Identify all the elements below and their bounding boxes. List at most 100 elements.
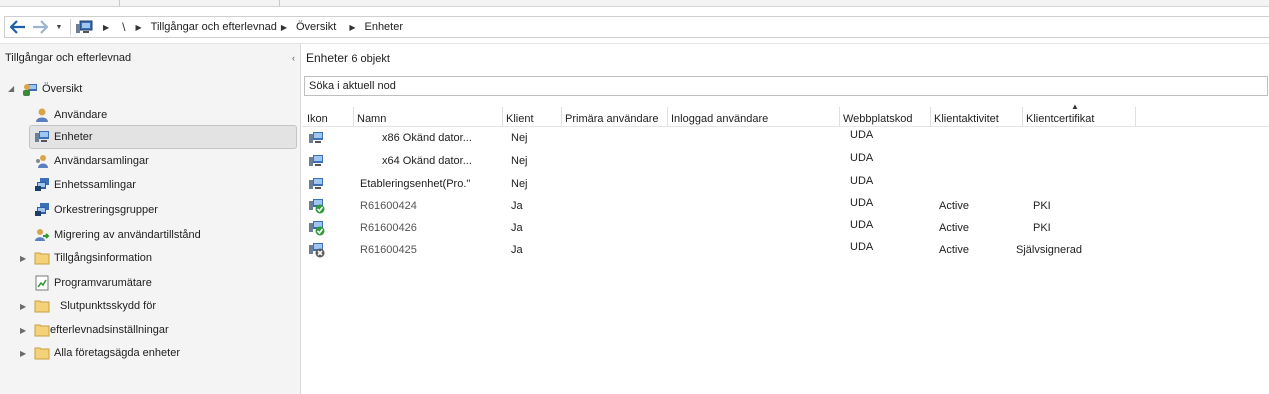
cell-site-code: UDA bbox=[850, 241, 874, 253]
computer-icon bbox=[308, 150, 328, 172]
tree-item-devices[interactable]: Enheter bbox=[29, 125, 297, 149]
table-row[interactable]: Etableringsenhet(Pro." Nej UDA bbox=[302, 173, 1269, 195]
cell-site-code: UDA bbox=[850, 129, 874, 141]
table-row[interactable]: x86 Okänd dator... Nej UDA bbox=[302, 127, 1269, 149]
history-dropdown-button[interactable]: ▼ bbox=[52, 17, 66, 37]
device-collection-icon bbox=[34, 177, 50, 193]
user-collection-icon bbox=[34, 153, 50, 169]
breadcrumb-sep-icon: ▶ bbox=[280, 22, 287, 32]
table-row[interactable]: R61600424 Ja UDA Active PKI bbox=[302, 195, 1269, 217]
column-header-logged-on-user[interactable]: Inloggad användare bbox=[668, 107, 840, 127]
computer-icon bbox=[308, 173, 328, 195]
tree-item-user-collections[interactable]: Användarsamlingar bbox=[34, 151, 149, 171]
navigation-pane-header: Tillgångar och efterlevnad ‹ bbox=[0, 44, 301, 72]
cell-site-code: UDA bbox=[850, 152, 874, 164]
breadcrumb-sep-icon: ▶ bbox=[103, 22, 110, 32]
breadcrumb-item[interactable]: Enheter bbox=[364, 21, 403, 33]
tree-item-label: Orkestreringsgrupper bbox=[54, 204, 158, 216]
cell-client: Nej bbox=[511, 178, 528, 190]
column-header-client-certificate[interactable]: ▲ Klientcertifikat bbox=[1023, 102, 1136, 127]
cell-client: Ja bbox=[511, 200, 523, 212]
cell-client-certificate: PKI bbox=[1033, 200, 1051, 212]
tree-item-overview[interactable]: Översikt bbox=[22, 79, 82, 99]
tree-item-label: Enhetssamlingar bbox=[54, 179, 136, 191]
expand-compliance-settings-icon[interactable]: ▶ bbox=[20, 326, 26, 335]
column-header-client[interactable]: Klient bbox=[503, 107, 562, 127]
back-button[interactable] bbox=[8, 17, 28, 37]
address-bar: ▼ ▶ \ ▶ Tillgångar och efterlevnad ▶ Öve… bbox=[0, 7, 1269, 44]
overview-icon bbox=[22, 81, 38, 97]
cell-name: Etableringsenhet(Pro." bbox=[360, 178, 471, 190]
tree-item-company-owned-devices[interactable]: Alla företagsägda enheter bbox=[34, 343, 180, 363]
cell-name: x86 Okänd dator... bbox=[382, 132, 472, 144]
user-icon bbox=[34, 107, 50, 123]
expand-endpoint-protection-icon[interactable]: ▶ bbox=[20, 302, 26, 311]
breadcrumb-sep-icon: ▶ bbox=[135, 22, 142, 32]
tree-item-endpoint-protection[interactable]: Slutpunktsskydd för bbox=[34, 296, 156, 316]
computer-icon bbox=[308, 127, 328, 149]
navigation-pane-title: Tillgångar och efterlevnad bbox=[5, 52, 132, 64]
folder-icon bbox=[34, 250, 50, 266]
arrow-right-icon bbox=[32, 20, 48, 34]
computer-x-icon bbox=[308, 239, 328, 261]
column-header-label: Klientcertifikat bbox=[1026, 113, 1095, 125]
cell-client: Ja bbox=[511, 222, 523, 234]
address-separator bbox=[70, 19, 71, 35]
cell-name: R61600425 bbox=[360, 244, 417, 256]
tree-item-label: Slutpunktsskydd för bbox=[60, 300, 156, 312]
page-title-text: Enheter bbox=[306, 51, 349, 65]
column-header-name[interactable]: Namn bbox=[354, 107, 503, 127]
breadcrumb-sep-icon: ▶ bbox=[349, 22, 356, 32]
cell-site-code: UDA bbox=[850, 219, 874, 231]
tree-item-user-state-migration[interactable]: Migrering av användartillstånd bbox=[34, 225, 201, 245]
table-row[interactable]: R61600426 Ja UDA Active PKI bbox=[302, 217, 1269, 239]
column-header-primary-users[interactable]: Primära användare bbox=[562, 107, 668, 127]
tree-item-label: Enheter bbox=[54, 131, 93, 143]
column-header-client-activity[interactable]: Klientaktivitet bbox=[931, 107, 1023, 127]
expand-asset-info-icon[interactable]: ▶ bbox=[20, 254, 26, 263]
tree-item-device-collections[interactable]: Enhetssamlingar bbox=[34, 175, 136, 195]
tree-item-label: Översikt bbox=[42, 83, 83, 95]
content-pane: Enheter 6 objekt Söka i aktuell nod Ikon… bbox=[302, 44, 1269, 394]
cell-client-certificate: PKI bbox=[1033, 222, 1051, 234]
cell-client-activity: Active bbox=[939, 244, 969, 256]
tree-item-label: Alla företagsägda enheter bbox=[54, 347, 180, 359]
tree-item-users[interactable]: Användare bbox=[34, 105, 107, 125]
computer-check-icon bbox=[308, 217, 328, 239]
ribbon-group-search bbox=[200, 0, 280, 6]
forward-button[interactable] bbox=[30, 17, 50, 37]
tree-item-label: Användarsamlingar bbox=[54, 155, 149, 167]
cell-client-certificate: Självsignerad bbox=[1016, 244, 1083, 256]
tree-item-label: Programvarumätare bbox=[54, 277, 152, 289]
breadcrumb-item[interactable]: Översikt bbox=[296, 21, 336, 33]
folder-icon bbox=[34, 345, 50, 361]
orchestration-icon bbox=[34, 202, 50, 218]
breadcrumb-item[interactable]: Tillgångar och efterlevnad bbox=[151, 21, 277, 33]
tree-item-software-metering[interactable]: Programvarumätare bbox=[34, 273, 152, 293]
cell-site-code: UDA bbox=[850, 197, 874, 209]
tree-item-orchestration-groups[interactable]: Orkestreringsgrupper bbox=[34, 200, 158, 220]
page-title: Enheter 6 objekt bbox=[306, 51, 390, 65]
table-row[interactable]: x64 Okänd dator... Nej UDA bbox=[302, 150, 1269, 172]
table-row[interactable]: R61600425 Ja UDA Active Självsignerad bbox=[302, 239, 1269, 261]
migration-icon bbox=[34, 227, 50, 243]
sort-ascending-icon: ▲ bbox=[1071, 102, 1079, 111]
search-input[interactable]: Söka i aktuell nod bbox=[304, 76, 1268, 96]
cell-client-activity: Active bbox=[939, 222, 969, 234]
folder-icon bbox=[34, 298, 50, 314]
expand-company-owned-icon[interactable]: ▶ bbox=[20, 349, 26, 358]
cell-name: R61600426 bbox=[360, 222, 417, 234]
collapse-pane-button[interactable]: ‹ bbox=[292, 53, 295, 63]
tree-item-compliance-settings[interactable]: efterlevnadsinställningar bbox=[34, 320, 169, 340]
chevron-down-icon: ▼ bbox=[55, 23, 63, 31]
column-header-site-code[interactable]: Webbplatskod bbox=[840, 107, 931, 127]
tree-item-label: Användare bbox=[54, 109, 108, 121]
software-meter-icon bbox=[34, 275, 50, 291]
folder-icon bbox=[34, 322, 50, 338]
cell-client: Nej bbox=[511, 132, 528, 144]
column-header-icon[interactable]: Ikon bbox=[304, 107, 354, 127]
expand-overview-icon[interactable]: ◢ bbox=[8, 84, 14, 93]
tree-item-asset-information[interactable]: Tillgångsinformation bbox=[34, 248, 152, 268]
arrow-left-icon bbox=[10, 20, 26, 34]
breadcrumb-root[interactable]: \ bbox=[122, 20, 125, 34]
